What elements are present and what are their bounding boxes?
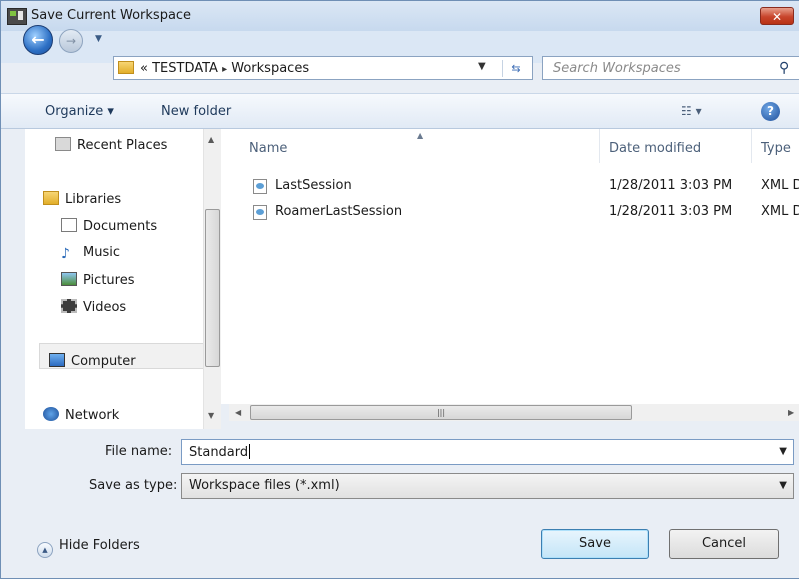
back-button[interactable]: ← xyxy=(23,25,53,55)
new-folder-button[interactable]: New folder xyxy=(161,104,231,119)
title-bar: Save Current Workspace ✕ xyxy=(1,1,799,31)
file-row[interactable]: LastSession 1/28/2011 3:03 PM XML D xyxy=(249,177,799,197)
music-icon: ♪ xyxy=(61,246,70,262)
pictures-icon xyxy=(61,272,77,286)
help-icon[interactable]: ? xyxy=(761,102,780,121)
nav-item-recent-places[interactable]: Recent Places xyxy=(55,137,167,157)
save-as-type-dropdown-icon[interactable]: ▼ xyxy=(779,480,787,491)
videos-icon xyxy=(61,299,77,313)
breadcrumb-overflow[interactable]: « xyxy=(140,61,148,76)
file-type: XML D xyxy=(761,204,799,219)
breadcrumb: « TESTDATA ▸ Workspaces xyxy=(140,61,309,76)
breadcrumb-separator-icon[interactable]: ▸ xyxy=(222,64,227,75)
save-as-type-label: Save as type: xyxy=(89,478,178,493)
horizontal-scroll-thumb[interactable]: ||| xyxy=(250,405,632,420)
horizontal-scrollbar[interactable]: ◀ ||| ▶ xyxy=(229,404,799,421)
breadcrumb-item-workspaces[interactable]: Workspaces xyxy=(231,61,309,76)
column-header-name[interactable]: Name xyxy=(249,141,287,156)
save-dialog: Save Current Workspace ✕ ← → ▼ « TESTDAT… xyxy=(0,0,799,579)
file-name-dropdown-icon[interactable]: ▼ xyxy=(779,446,787,457)
nav-scroll-thumb[interactable] xyxy=(205,209,220,367)
scroll-down-icon[interactable]: ▼ xyxy=(208,411,214,420)
views-menu-icon[interactable]: ☷ ▾ xyxy=(681,104,702,118)
address-bar[interactable]: « TESTDATA ▸ Workspaces ▼ ⇆ xyxy=(113,56,533,80)
refresh-icon[interactable]: ⇆ xyxy=(502,60,529,77)
cancel-button[interactable]: Cancel xyxy=(669,529,779,559)
organize-menu[interactable]: Organize ▾ xyxy=(45,104,114,119)
file-name-value: Standard xyxy=(189,444,251,460)
navigation-pane: Recent Places Libraries Documents ♪ Music… xyxy=(25,129,203,429)
xml-file-icon xyxy=(253,205,267,220)
xml-file-icon xyxy=(253,179,267,194)
app-icon xyxy=(7,8,27,25)
computer-icon xyxy=(49,353,65,367)
scroll-up-icon[interactable]: ▲ xyxy=(208,135,214,144)
breadcrumb-item-testdata[interactable]: TESTDATA xyxy=(152,61,218,76)
forward-button[interactable]: → xyxy=(59,29,83,53)
nav-item-computer[interactable]: Computer xyxy=(49,353,136,373)
search-input[interactable]: Search Workspaces ⚲ xyxy=(542,56,799,80)
address-dropdown-icon[interactable]: ▼ xyxy=(478,61,486,72)
text-cursor xyxy=(249,444,251,459)
window-title: Save Current Workspace xyxy=(31,8,192,23)
folder-icon xyxy=(118,61,134,74)
file-date: 1/28/2011 3:03 PM xyxy=(609,178,733,193)
hide-folders-label: Hide Folders xyxy=(59,538,140,553)
save-button[interactable]: Save xyxy=(541,529,649,559)
sort-ascending-icon: ▲ xyxy=(417,131,424,140)
file-name-label: File name: xyxy=(105,444,173,459)
recent-pages-dropdown-icon[interactable]: ▼ xyxy=(95,34,102,44)
nav-label: Videos xyxy=(83,300,127,315)
file-list: ▲ Name Date modified Type LastSession 1/… xyxy=(221,129,799,404)
column-divider[interactable] xyxy=(599,129,600,163)
column-divider[interactable] xyxy=(751,129,752,163)
file-row[interactable]: RoamerLastSession 1/28/2011 3:03 PM XML … xyxy=(249,203,799,223)
save-as-type-value: Workspace files (*.xml) xyxy=(189,478,340,493)
nav-item-libraries[interactable]: Libraries xyxy=(43,191,121,211)
search-placeholder: Search Workspaces xyxy=(553,61,681,76)
nav-label: Recent Places xyxy=(77,138,168,153)
nav-item-videos[interactable]: Videos xyxy=(61,299,126,319)
file-type: XML D xyxy=(761,178,799,193)
hide-folders-button[interactable]: ▲ Hide Folders xyxy=(37,538,140,558)
file-date: 1/28/2011 3:03 PM xyxy=(609,204,733,219)
file-name: RoamerLastSession xyxy=(275,204,403,219)
search-icon[interactable]: ⚲ xyxy=(779,60,789,76)
nav-label: Network xyxy=(65,408,120,423)
nav-item-documents[interactable]: Documents xyxy=(61,218,157,238)
close-button[interactable]: ✕ xyxy=(760,7,794,25)
scroll-right-icon[interactable]: ▶ xyxy=(788,408,794,417)
nav-scrollbar[interactable]: ▲ ▼ xyxy=(203,129,221,429)
nav-item-music[interactable]: ♪ Music xyxy=(61,245,120,265)
nav-label: Music xyxy=(83,245,120,260)
nav-label: Computer xyxy=(71,354,136,369)
collapse-up-icon: ▲ xyxy=(37,542,53,558)
toolbar: Organize ▾ New folder ☷ ▾ ? xyxy=(1,93,799,129)
nav-item-pictures[interactable]: Pictures xyxy=(61,272,134,292)
file-name-input[interactable]: Standard ▼ xyxy=(181,439,794,465)
file-name: LastSession xyxy=(275,178,352,193)
column-header-date[interactable]: Date modified xyxy=(609,141,701,156)
scroll-left-icon[interactable]: ◀ xyxy=(235,408,241,417)
nav-label: Pictures xyxy=(83,273,135,288)
nav-label: Libraries xyxy=(65,192,122,207)
column-header-type[interactable]: Type xyxy=(761,141,791,156)
save-as-type-select[interactable]: Workspace files (*.xml) ▼ xyxy=(181,473,794,499)
documents-icon xyxy=(61,218,77,232)
libraries-icon xyxy=(43,191,59,205)
nav-label: Documents xyxy=(83,219,158,234)
recent-places-icon xyxy=(55,137,71,151)
network-icon xyxy=(43,407,59,421)
nav-item-network[interactable]: Network xyxy=(43,407,119,427)
